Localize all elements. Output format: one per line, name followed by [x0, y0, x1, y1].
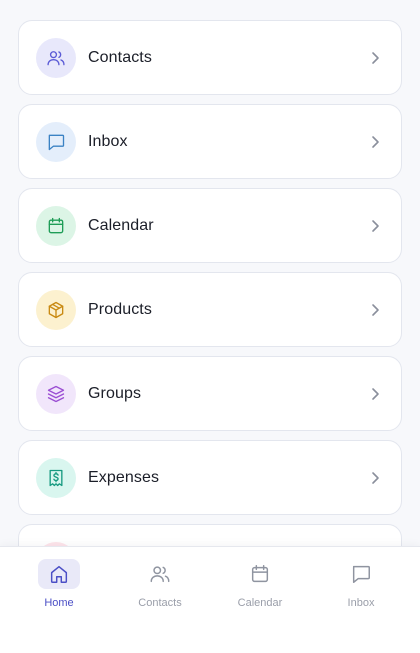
message-icon [340, 559, 382, 589]
nav-home[interactable]: Home [19, 559, 99, 609]
menu-item-label: Groups [88, 384, 142, 402]
chevron-right-icon [369, 135, 381, 149]
users-icon [36, 37, 76, 78]
menu-item-label: Expenses [88, 468, 160, 486]
calendar-icon [239, 559, 281, 589]
chevron-right-icon [369, 219, 381, 233]
nav-label: Contacts [138, 597, 182, 609]
menu-item-label: Products [88, 300, 152, 318]
nav-label: Calendar [237, 597, 283, 609]
menu-item-label: Inbox [88, 132, 128, 150]
menu-item-calendar[interactable]: Calendar [18, 188, 402, 263]
menu-item-groups[interactable]: Groups [18, 356, 402, 431]
chevron-right-icon [369, 51, 381, 65]
nav-label: Home [44, 597, 74, 609]
nav-contacts[interactable]: Contacts [120, 559, 200, 609]
layers-icon [36, 373, 76, 414]
chevron-right-icon [369, 303, 381, 317]
nav-label: Inbox [347, 597, 375, 609]
menu-item-label: Contacts [88, 48, 152, 66]
menu-list: Contacts Inbox Calendar Products Groups … [18, 20, 402, 608]
message-icon [36, 121, 76, 162]
menu-item-products[interactable]: Products [18, 272, 402, 347]
nav-inbox[interactable]: Inbox [321, 559, 401, 609]
menu-item-contacts[interactable]: Contacts [18, 20, 402, 95]
package-icon [36, 289, 76, 330]
chevron-right-icon [369, 471, 381, 485]
nav-calendar[interactable]: Calendar [220, 559, 300, 609]
chevron-right-icon [369, 387, 381, 401]
home-icon [38, 559, 80, 589]
calendar-icon [36, 205, 76, 246]
users-icon [139, 559, 181, 589]
bottom-nav: Home Contacts Calendar Inbox [0, 546, 420, 653]
menu-item-inbox[interactable]: Inbox [18, 104, 402, 179]
menu-item-expenses[interactable]: Expenses [18, 440, 402, 515]
menu-item-label: Calendar [88, 216, 154, 234]
home-screen: Contacts Inbox Calendar Products Groups … [0, 0, 420, 653]
receipt-icon [36, 457, 76, 498]
